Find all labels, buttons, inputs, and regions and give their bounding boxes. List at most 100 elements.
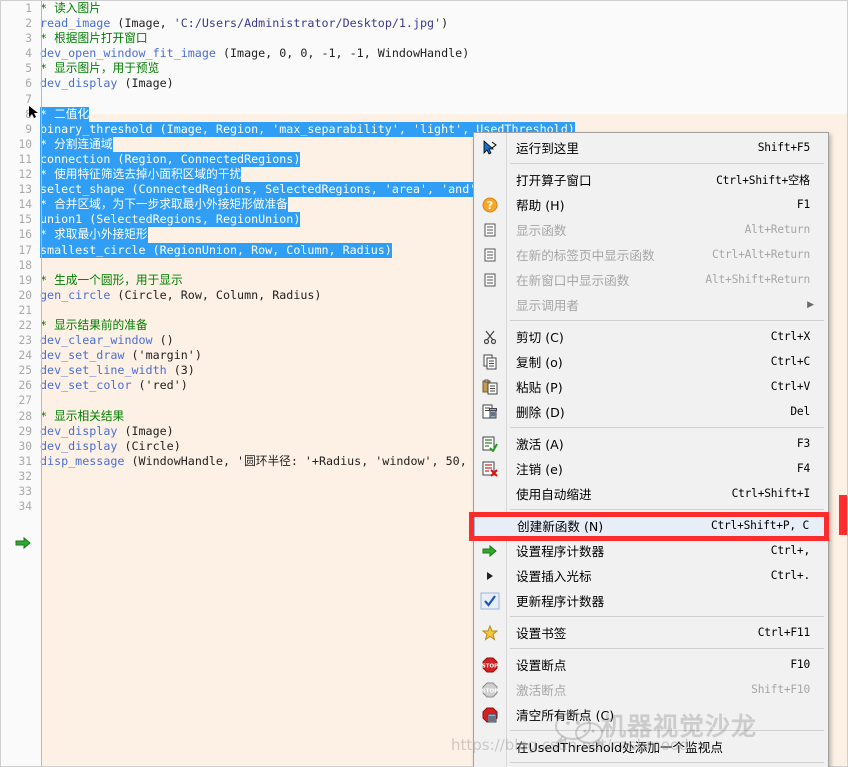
menu-item-icon-empty xyxy=(474,481,506,506)
code-text[interactable]: union1 (SelectedRegions, RegionUnion) xyxy=(36,212,301,228)
line-number: 19 xyxy=(18,273,32,287)
menu-item-label: 设置书签 xyxy=(516,626,567,641)
code-text[interactable]: * 显示图片，用于预览 xyxy=(36,61,159,76)
code-text[interactable]: dev_open_window_fit_image (Image, 0, 0, … xyxy=(36,46,469,61)
line-number: 11 xyxy=(18,152,32,166)
code-text[interactable]: * 二值化 xyxy=(36,106,90,122)
line-number: 17 xyxy=(18,243,32,257)
code-text[interactable]: read_image (Image, 'C:/Users/Administrat… xyxy=(36,16,448,31)
line-number: 25 xyxy=(18,364,32,378)
code-text[interactable]: * 显示相关结果 xyxy=(36,409,124,424)
menu-separator xyxy=(510,320,824,321)
menu-item[interactable]: 激活 (A) F3 xyxy=(474,431,828,456)
black-right-arrow-icon xyxy=(474,563,506,588)
svg-text:?: ? xyxy=(487,199,493,212)
code-line[interactable]: 3 * 根据图片打开窗口 xyxy=(1,31,847,46)
menu-item-label: 注销 (e) xyxy=(516,462,563,477)
editor-context-menu[interactable]: 运行到这里 Shift+F5 打开算子窗口 Ctrl+Shift+空格? 帮助 (H) F… xyxy=(473,132,829,767)
line-number: 16 xyxy=(18,228,32,242)
menu-item: 在新的标签页中显示函数 Ctrl+Alt+Return xyxy=(474,242,828,267)
code-text[interactable]: * 生成一个圆形，用于显示 xyxy=(36,273,183,288)
document-lines-icon xyxy=(474,267,506,292)
code-line[interactable]: 5 * 显示图片，用于预览 xyxy=(1,61,847,76)
menu-item[interactable]: 设置程序计数器 Ctrl+, xyxy=(474,538,828,563)
menu-item-shortcut: F1 xyxy=(796,198,810,211)
menu-item[interactable]: 运行到这里 Shift+F5 xyxy=(474,135,828,160)
menu-item-shortcut: Ctrl+, xyxy=(770,544,810,557)
menu-item[interactable]: 设置插入光标 Ctrl+. xyxy=(474,563,828,588)
line-number: 24 xyxy=(18,349,32,363)
menu-item[interactable]: 更新程序计数器 xyxy=(474,588,828,613)
menu-item-label: 使用自动缩进 xyxy=(516,487,592,502)
menu-item[interactable]: ? 帮助 (H) F1 xyxy=(474,192,828,217)
menu-separator xyxy=(510,648,824,649)
code-line[interactable]: 2 read_image (Image, 'C:/Users/Administra… xyxy=(1,16,847,31)
code-text[interactable]: dev_set_color ('red') xyxy=(36,378,188,393)
menu-item: 在新窗口中显示函数 Alt+Shift+Return xyxy=(474,267,828,292)
code-text[interactable]: * 读入图片 xyxy=(36,1,101,16)
menu-item[interactable]: 复制 (o) Ctrl+C xyxy=(474,349,828,374)
chevron-right-icon: ▶ xyxy=(807,299,814,310)
menu-separator xyxy=(510,616,824,617)
menu-item-icon-empty xyxy=(475,513,507,538)
code-text[interactable]: * 使用特征筛选去掉小面积区域的干扰 xyxy=(36,167,242,183)
line-number: 28 xyxy=(18,409,32,423)
menu-item[interactable]: 剪切 (C) Ctrl+X xyxy=(474,324,828,349)
code-text[interactable]: dev_set_line_width (3) xyxy=(36,363,195,378)
code-text[interactable]: connection (Region, ConnectedRegions) xyxy=(36,151,301,168)
copy-icon xyxy=(474,349,506,374)
menu-item[interactable]: STOP 设置断点 F10 xyxy=(474,652,828,677)
menu-item-label: 打开算子窗口 xyxy=(516,173,592,188)
code-text[interactable]: * 分割连通域 xyxy=(36,136,113,152)
menu-item-shortcut: Ctrl+Shift+P, C xyxy=(710,519,809,532)
code-line[interactable]: 4 dev_open_window_fit_image (Image, 0, 0,… xyxy=(1,46,847,61)
line-number: 1 xyxy=(25,2,32,15)
menu-item[interactable]: 注销 (e) F4 xyxy=(474,456,828,481)
menu-item[interactable]: 清空所有断点 (C) xyxy=(474,702,828,727)
svg-text:STOP: STOP xyxy=(482,663,498,669)
line-number: 21 xyxy=(18,303,32,317)
code-text[interactable]: dev_display (Circle) xyxy=(36,439,181,454)
menu-item-label: 在UsedThreshold处添加一个监视点 xyxy=(516,740,723,755)
code-text[interactable]: dev_display (Image) xyxy=(36,76,174,91)
code-text[interactable]: gen_circle (Circle, Row, Column, Radius) xyxy=(36,288,321,303)
menu-item[interactable]: 设置书签 Ctrl+F11 xyxy=(474,620,828,645)
code-text[interactable]: * 求取最小外接矩形 xyxy=(36,227,148,243)
menu-item-label: 剪切 (C) xyxy=(516,330,564,345)
code-text[interactable]: dev_set_draw ('margin') xyxy=(36,348,202,363)
menu-item-icon-empty xyxy=(474,292,506,317)
scissors-cut-icon xyxy=(474,324,506,349)
code-text[interactable]: dev_clear_window () xyxy=(36,333,174,348)
menu-item-label: 清空所有断点 (C) xyxy=(516,708,615,723)
menu-item[interactable]: 删除 (D) Del xyxy=(474,399,828,424)
code-text[interactable]: * 根据图片打开窗口 xyxy=(36,31,148,46)
menu-item-shortcut: Ctrl+Alt+Return xyxy=(711,248,810,261)
code-text[interactable]: * 显示结果前的准备 xyxy=(36,318,148,333)
menu-item-label: 设置断点 xyxy=(516,658,567,673)
menu-item-label: 激活 (A) xyxy=(516,437,564,452)
menu-item[interactable]: 创建新函数 (N) Ctrl+Shift+P, C xyxy=(474,513,828,538)
line-number: 4 xyxy=(25,47,32,61)
code-line[interactable]: 6 dev_display (Image) xyxy=(1,76,847,91)
line-number: 18 xyxy=(18,258,32,272)
deactivate-cross-icon xyxy=(474,456,506,481)
paste-icon xyxy=(474,374,506,399)
code-text[interactable]: disp_message (WindowHandle, '圆环半径: '+Rad… xyxy=(36,454,467,469)
menu-item[interactable]: 粘贴 (P) Ctrl+V xyxy=(474,374,828,399)
menu-item[interactable]: 打开算子窗口 Ctrl+Shift+空格 xyxy=(474,167,828,192)
line-number: 27 xyxy=(18,394,32,408)
code-line[interactable]: 1 * 读入图片 xyxy=(1,1,847,16)
code-line[interactable]: 7 xyxy=(1,92,847,107)
menu-item[interactable]: 使用自动缩进 Ctrl+Shift+I xyxy=(474,481,828,506)
line-number: 31 xyxy=(18,454,32,468)
line-number: 32 xyxy=(18,469,32,483)
menu-item-shortcut: Alt+Return xyxy=(744,223,811,236)
code-text[interactable]: * 合并区域，为下一步求取最小外接矩形做准备 xyxy=(36,197,288,213)
code-text[interactable]: select_shape (ConnectedRegions, Selected… xyxy=(36,182,477,198)
line-number: 12 xyxy=(18,168,32,182)
code-text[interactable]: smallest_circle (RegionUnion, Row, Colum… xyxy=(36,242,392,258)
menu-item[interactable]: 在UsedThreshold处添加一个监视点 xyxy=(474,734,828,759)
menu-item-label: 复制 (o) xyxy=(516,355,563,370)
line-number: 5 xyxy=(25,62,32,76)
code-text[interactable]: dev_display (Image) xyxy=(36,424,174,439)
